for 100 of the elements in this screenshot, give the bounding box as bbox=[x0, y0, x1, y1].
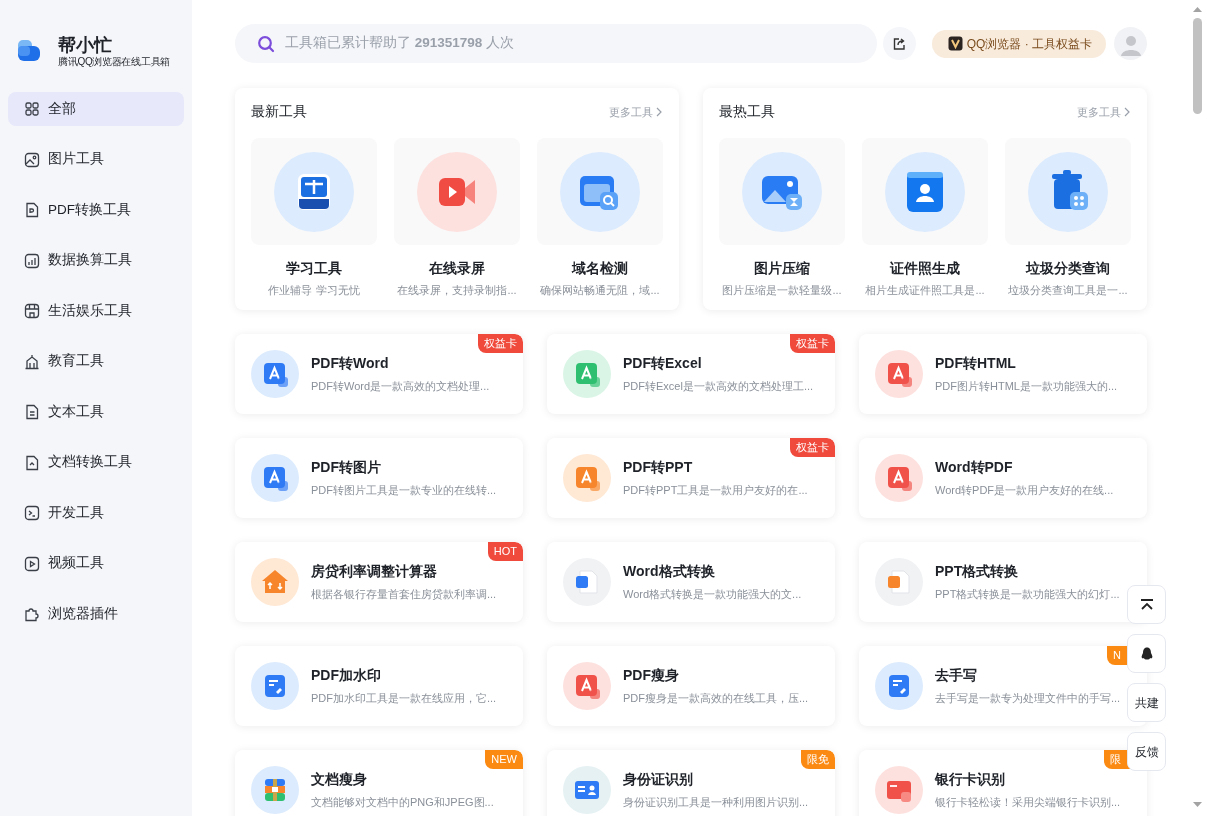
penguin-icon bbox=[1140, 646, 1153, 661]
document-icon bbox=[251, 454, 299, 502]
tool-name: PDF转图片 bbox=[311, 457, 382, 476]
tool-description: 图片压缩是一款轻量级... bbox=[721, 283, 843, 299]
document-icon bbox=[24, 454, 40, 471]
video-camera-icon bbox=[417, 151, 497, 232]
document-icon bbox=[875, 454, 923, 502]
store-icon bbox=[24, 303, 40, 319]
tool-description: 去手写是一款专为处理文件中的手写... bbox=[935, 690, 1121, 706]
tool-description: PDF转Excel是一款高效的文档处理工... bbox=[623, 378, 814, 394]
tool-description: PDF瘦身是一款高效的在线工具，压... bbox=[623, 690, 809, 706]
tool-name: 学习工具 bbox=[285, 259, 343, 278]
tool-name: Word转PDF bbox=[935, 457, 1014, 476]
sidebar-item[interactable]: 教育工具 bbox=[8, 344, 184, 379]
tool-description: PDF转PPT工具是一款用户友好的在... bbox=[623, 482, 808, 498]
tag-label: HOT bbox=[487, 542, 523, 561]
panel-title: 最热工具 bbox=[719, 103, 775, 121]
sidebar-item[interactable]: 文档转换工具 bbox=[8, 445, 184, 480]
browser-search-icon bbox=[560, 151, 640, 232]
tool-description: PDF图片转HTML是一款功能强大的... bbox=[935, 378, 1118, 394]
tool-description: PDF转Word是一款高效的文档处理... bbox=[311, 378, 490, 394]
panel-title: 最新工具 bbox=[251, 103, 307, 121]
sidebar-item[interactable]: 图片工具 bbox=[8, 142, 184, 177]
back-to-top-button[interactable] bbox=[1127, 585, 1166, 624]
document-icon bbox=[563, 662, 611, 710]
tool-description: PDF转图片工具是一款专业的在线转... bbox=[311, 482, 497, 498]
tool-description: PPT格式转换是一款功能强大的幻灯... bbox=[935, 586, 1120, 602]
tool-description: PDF加水印工具是一款在线应用，它... bbox=[311, 690, 497, 706]
arrow-up-icon bbox=[1139, 598, 1154, 611]
tag-label: 权益卡 bbox=[790, 334, 835, 353]
sidebar-item[interactable]: 文本工具 bbox=[8, 395, 184, 429]
logo-icon bbox=[16, 38, 42, 64]
tool-name: PDF转Excel bbox=[623, 353, 703, 372]
sidebar-item[interactable]: 生活娱乐工具 bbox=[8, 294, 184, 328]
document-icon bbox=[563, 350, 611, 398]
float-button[interactable]: 反馈 bbox=[1127, 732, 1166, 771]
membership-icon bbox=[947, 36, 963, 51]
chevron-right-icon bbox=[1123, 107, 1131, 118]
tool-name: Word格式转换 bbox=[623, 561, 716, 580]
chat-button[interactable] bbox=[1127, 634, 1166, 673]
tag-label: NEW bbox=[485, 750, 523, 769]
brand-title: 帮小忙 bbox=[58, 34, 113, 56]
puzzle-icon bbox=[24, 606, 40, 622]
share-button[interactable] bbox=[882, 27, 916, 60]
sidebar-item[interactable]: 开发工具 bbox=[8, 496, 184, 530]
building-icon bbox=[24, 353, 40, 370]
tool-name: PDF瘦身 bbox=[623, 665, 680, 684]
tool-description: 在线录屏，支持录制指... bbox=[396, 283, 518, 299]
tool-name: 房贷利率调整计算器 bbox=[311, 561, 438, 580]
chevron-right-icon bbox=[655, 107, 663, 118]
sidebar-item[interactable]: 浏览器插件 bbox=[8, 597, 184, 631]
tool-name: 银行卡识别 bbox=[935, 769, 1006, 788]
search-prompt: 工具箱已累计帮助了 291351798 人次 bbox=[285, 34, 515, 53]
tool-description: 身份证识别工具是一种利用图片识别... bbox=[623, 794, 809, 810]
membership-button[interactable]: QQ浏览器 · 工具权益卡 bbox=[931, 29, 1106, 58]
book-icon bbox=[274, 151, 354, 232]
tool-name: 图片压缩 bbox=[753, 259, 811, 278]
brand-subtitle: 腾讯QQ浏览器在线工具箱 bbox=[58, 56, 170, 68]
tool-name: PDF转PPT bbox=[623, 457, 694, 476]
house-icon bbox=[251, 558, 299, 606]
tag-label: 权益卡 bbox=[790, 438, 835, 457]
sidebar-item[interactable]: 视频工具 bbox=[8, 546, 184, 581]
document-icon bbox=[24, 404, 40, 420]
float-button[interactable]: 共建 bbox=[1127, 683, 1166, 722]
tool-name: 文档瘦身 bbox=[311, 769, 368, 788]
document-icon bbox=[563, 454, 611, 502]
tool-name: PPT格式转换 bbox=[935, 561, 1020, 580]
tool-name: PDF转Word bbox=[311, 353, 390, 372]
terminal-icon bbox=[24, 505, 40, 521]
tool-name: PDF加水印 bbox=[311, 665, 382, 684]
tag-label: 权益卡 bbox=[478, 334, 523, 353]
document-icon bbox=[24, 202, 40, 218]
trash-icon bbox=[1028, 151, 1108, 232]
play-icon bbox=[24, 555, 40, 572]
tool-description: 垃圾分类查询工具是一... bbox=[1007, 283, 1129, 299]
tool-name: 垃圾分类查询 bbox=[1024, 259, 1111, 278]
tool-name: PDF转HTML bbox=[935, 353, 1017, 372]
tool-name: 域名检测 bbox=[570, 259, 629, 278]
contact-card-icon bbox=[885, 151, 965, 232]
tool-description: 根据各银行存量首套住房贷款利率调... bbox=[311, 586, 497, 602]
sidebar-item[interactable]: 数据换算工具 bbox=[8, 243, 184, 278]
sidebar-item[interactable]: 全部 bbox=[8, 92, 184, 126]
search-icon bbox=[257, 34, 275, 53]
tool-description: 银行卡轻松读！采用尖端银行卡识别... bbox=[935, 794, 1121, 810]
grid-icon bbox=[24, 101, 40, 117]
tool-name: 去手写 bbox=[935, 665, 978, 684]
sidebar-item[interactable]: PDF转换工具 bbox=[8, 193, 184, 227]
image-icon bbox=[24, 151, 40, 168]
tool-description: 确保网站畅通无阻，域... bbox=[539, 283, 661, 299]
tool-name: 证件照生成 bbox=[889, 259, 961, 278]
chart-icon bbox=[24, 252, 40, 269]
document-icon bbox=[875, 662, 923, 710]
tool-name: 身份证识别 bbox=[623, 769, 694, 788]
document-icon bbox=[251, 662, 299, 710]
tool-description: 相片生成证件照工具是... bbox=[864, 283, 986, 299]
tool-description: 文档能够对文档中的PNG和JPEG图... bbox=[311, 794, 494, 810]
image-icon bbox=[742, 151, 822, 232]
share-icon bbox=[892, 36, 907, 51]
tag-label: 限免 bbox=[801, 750, 835, 769]
document-icon bbox=[251, 350, 299, 398]
